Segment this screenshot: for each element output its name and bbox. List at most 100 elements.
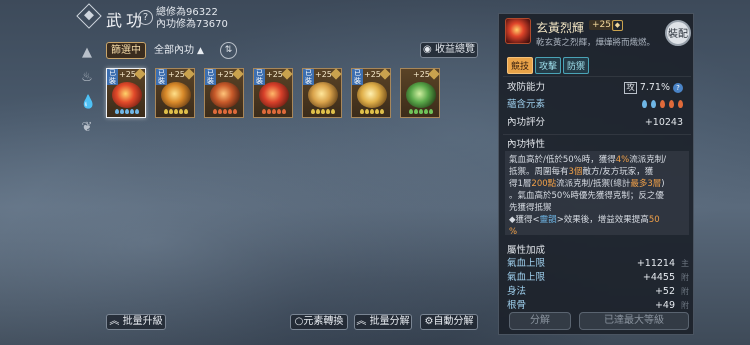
level-badge-icon (232, 68, 244, 80)
equip-button[interactable]: 裝配 (665, 20, 691, 46)
trait-line: 氣血高於/低於50%時，獲得4%流派克制/ (509, 154, 685, 166)
water-drop-icon (651, 100, 656, 108)
element-pip-icon (419, 109, 423, 114)
level-badge-icon (330, 68, 342, 80)
total-cultivation: 總修為96322 (156, 7, 218, 18)
element-pip-icon (174, 109, 178, 114)
batch-decompose-button[interactable]: ︽ 批量分解 (354, 314, 412, 330)
cultivation-stats: 總修為96322 內功修為73670 (156, 7, 228, 31)
element-pip-icon (262, 109, 266, 114)
mountain-icon[interactable]: ▲ (80, 46, 94, 60)
card-level: +25 (413, 70, 430, 79)
trait-text: 先獲得抵禦 (509, 203, 552, 213)
element-pip-icon (326, 109, 330, 114)
attack-toggle[interactable]: 攻 (624, 82, 637, 94)
card-level: +25 (168, 70, 185, 79)
skill-card[interactable]: 已裝 +25 (106, 68, 146, 118)
trait-text: 3個 (568, 167, 583, 177)
element-pip-icon (429, 109, 433, 114)
flame-icon (678, 100, 683, 108)
skill-art-icon (308, 82, 338, 108)
element-pips (354, 109, 390, 115)
trait-line: % (509, 226, 685, 238)
attribute-mark: 附 (681, 287, 689, 296)
skill-art-icon (112, 82, 142, 108)
element-pip-icon (414, 109, 418, 114)
element-pip-icon (169, 109, 173, 114)
double-chevron-up-icon: ︽ (356, 316, 367, 327)
benefit-overview-button[interactable]: ◉ 收益總覽 (420, 42, 478, 58)
auto-decompose-button[interactable]: ⚙自動分解 (420, 314, 478, 330)
atk-def-label: 攻防能力 (507, 82, 546, 93)
decompose-button[interactable]: 分解 (509, 312, 571, 330)
help-icon[interactable]: ? (138, 10, 153, 25)
trait-text: 流派克制/ (629, 155, 667, 165)
skill-card[interactable]: 已裝 +25 (302, 68, 342, 118)
trait-line: 得1層200點流派克制/抵禦(總計最多3層) (509, 178, 685, 190)
tag-tab[interactable]: 防禦 (563, 57, 590, 74)
attribute-row: 氣血上限 +4455 附 (507, 271, 691, 284)
attribute-mark: 附 (681, 273, 689, 282)
eye-icon: ◉ (423, 44, 432, 55)
flame-icon (660, 100, 665, 108)
attribute-row: 氣血上限 +11214 主 (507, 257, 691, 270)
level-badge-icon (281, 68, 293, 80)
element-convert-button[interactable]: ○元素轉換 (290, 314, 348, 330)
trait-text: ) (661, 179, 665, 189)
skill-art-icon (259, 82, 289, 108)
menu-diamond-icon[interactable] (76, 3, 102, 29)
skill-art-icon (210, 82, 240, 108)
trait-text: 氣血高於/低於50%時，獲得 (509, 155, 616, 165)
skill-card[interactable]: 已裝 +25 (351, 68, 391, 118)
sort-order-icon[interactable]: ⇅ (220, 42, 237, 59)
skill-card[interactable]: 已裝 +25 (155, 68, 195, 118)
help-icon[interactable]: ? (673, 83, 683, 93)
flame-icon (669, 100, 674, 108)
skill-card[interactable]: 已裝 +25 (253, 68, 293, 118)
attribute-row: 身法 +52 附 (507, 285, 691, 298)
double-chevron-up-icon: ︽ (109, 316, 120, 327)
element-pip-icon (130, 109, 134, 114)
element-pips (256, 109, 292, 115)
max-level-button[interactable]: 已達最大等級 (579, 312, 689, 330)
category-dropdown[interactable]: 全部內功 ▲ (154, 42, 204, 59)
left-rail (0, 0, 75, 345)
tag-tab[interactable]: 攻擊 (535, 57, 562, 74)
element-label: 蘊含元素 (507, 99, 546, 110)
element-pip-icon (409, 109, 413, 114)
skill-card[interactable]: 已裝 +25 (204, 68, 244, 118)
equipped-tag: 已裝 (254, 69, 265, 85)
rating-label: 內功評分 (507, 117, 546, 128)
element-pips (109, 109, 145, 115)
element-pip-icon (218, 109, 222, 114)
attribute-label: 氣血上限 (507, 272, 546, 283)
fire-icon[interactable]: ♨ (80, 71, 94, 85)
element-pip-icon (228, 109, 232, 114)
tag-tab[interactable]: 競技 (507, 57, 534, 74)
equipped-tag: 已裝 (205, 69, 216, 85)
trait-text: 得1層 (509, 179, 532, 189)
element-pip-icon (223, 109, 227, 114)
element-pips (403, 109, 439, 115)
element-pip-icon (311, 109, 315, 114)
element-pip-icon (380, 109, 384, 114)
water-drop-icon[interactable]: 💧 (80, 96, 96, 110)
element-pip-icon (233, 109, 237, 114)
attribute-mark: 主 (681, 259, 689, 268)
element-pip-icon (120, 109, 124, 114)
element-pip-icon (360, 109, 364, 114)
element-pips (305, 109, 341, 115)
element-pip-icon (213, 109, 217, 114)
attribute-value: +52 (654, 286, 675, 297)
element-pip-icon (125, 109, 129, 114)
trait-text: 敵方/友方玩家，獲 (582, 167, 654, 177)
filter-button[interactable]: 篩選中 (106, 42, 146, 59)
skill-card[interactable]: +25 (400, 68, 440, 118)
element-pip-icon (164, 109, 168, 114)
leaf-icon[interactable]: ❦ (80, 121, 94, 135)
attribute-label: 身法 (507, 286, 527, 297)
batch-upgrade-button[interactable]: ︽ 批量升級 (106, 314, 166, 330)
element-pip-icon (272, 109, 276, 114)
element-pip-icon (267, 109, 271, 114)
trait-line: ◆獲得<靈韻>效果後，增益效果提高50 (509, 214, 685, 226)
